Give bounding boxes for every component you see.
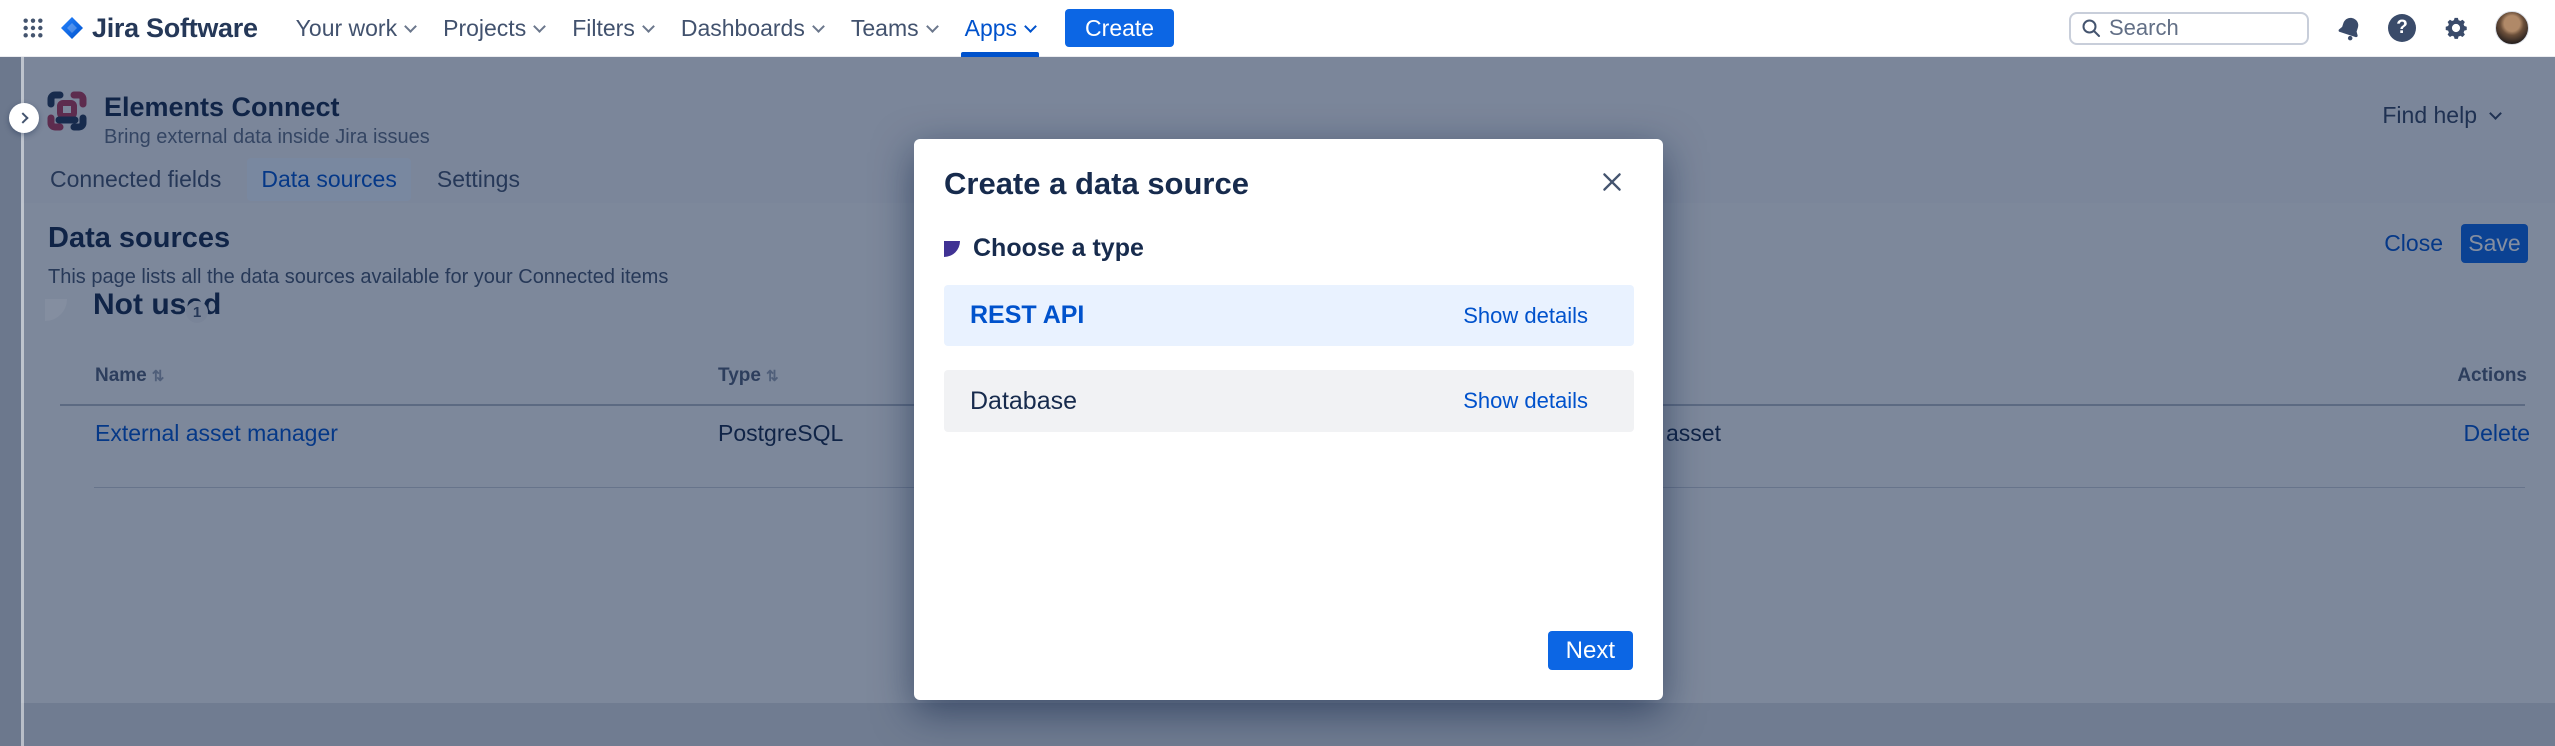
nav-item-label: Dashboards xyxy=(681,15,805,42)
screen: Jira Software Your work Projects Filters… xyxy=(0,0,2555,746)
show-details-link[interactable]: Show details xyxy=(1463,388,1588,414)
chevron-down-icon xyxy=(1024,20,1037,33)
help-button[interactable]: ? xyxy=(2387,13,2417,43)
navbar-right: ? xyxy=(2069,11,2529,45)
settings-button[interactable] xyxy=(2441,13,2471,43)
chevron-down-icon xyxy=(404,20,417,33)
jira-diamond-icon xyxy=(60,16,84,40)
nav-item-label: Apps xyxy=(965,15,1017,42)
modal-close-button[interactable] xyxy=(1595,165,1629,199)
show-details-link[interactable]: Show details xyxy=(1463,303,1588,329)
nav-item-projects[interactable]: Projects xyxy=(429,0,558,57)
chevron-down-icon xyxy=(642,20,655,33)
create-data-source-modal: Create a data source Choose a type REST … xyxy=(914,139,1663,700)
top-navbar: Jira Software Your work Projects Filters… xyxy=(0,0,2555,57)
jira-logo[interactable]: Jira Software xyxy=(60,13,258,44)
app-switcher-icon[interactable] xyxy=(22,17,44,39)
gear-icon xyxy=(2442,14,2470,42)
step-label: Choose a type xyxy=(973,234,1144,263)
nav-item-label: Teams xyxy=(851,15,919,42)
option-label: REST API xyxy=(970,301,1084,330)
chevron-down-icon xyxy=(926,20,939,33)
bell-icon xyxy=(2335,15,2362,42)
modal-title: Create a data source xyxy=(944,166,1249,202)
notifications-button[interactable] xyxy=(2333,13,2363,43)
nav-item-teams[interactable]: Teams xyxy=(837,0,951,57)
nav-item-filters[interactable]: Filters xyxy=(558,0,667,57)
close-icon xyxy=(1599,169,1625,195)
nav-item-label: Projects xyxy=(443,15,526,42)
user-avatar[interactable] xyxy=(2495,11,2529,45)
jira-logo-text: Jira Software xyxy=(92,13,258,44)
search-icon xyxy=(2081,18,2101,38)
nav-item-apps[interactable]: Apps xyxy=(951,0,1049,57)
chevron-down-icon xyxy=(533,20,546,33)
chevron-right-icon xyxy=(17,112,28,123)
nav-item-label: Filters xyxy=(572,15,635,42)
option-label: Database xyxy=(970,387,1077,416)
nav-item-label: Your work xyxy=(296,15,397,42)
sidebar-divider xyxy=(21,57,24,746)
search-box[interactable] xyxy=(2069,12,2309,45)
create-button[interactable]: Create xyxy=(1065,9,1174,47)
option-database[interactable]: Database Show details xyxy=(944,370,1634,432)
primary-nav: Your work Projects Filters Dashboards Te… xyxy=(282,0,1049,57)
step-bullet-icon xyxy=(944,241,960,257)
help-icon: ? xyxy=(2388,14,2416,42)
chevron-down-icon xyxy=(812,20,825,33)
next-button[interactable]: Next xyxy=(1548,631,1633,670)
expand-sidebar-button[interactable] xyxy=(9,103,39,133)
nav-item-dashboards[interactable]: Dashboards xyxy=(667,0,837,57)
option-rest-api[interactable]: REST API Show details xyxy=(944,285,1634,346)
search-input[interactable] xyxy=(2109,15,2279,41)
modal-step-row: Choose a type xyxy=(944,234,1144,263)
nav-item-your-work[interactable]: Your work xyxy=(282,0,429,57)
